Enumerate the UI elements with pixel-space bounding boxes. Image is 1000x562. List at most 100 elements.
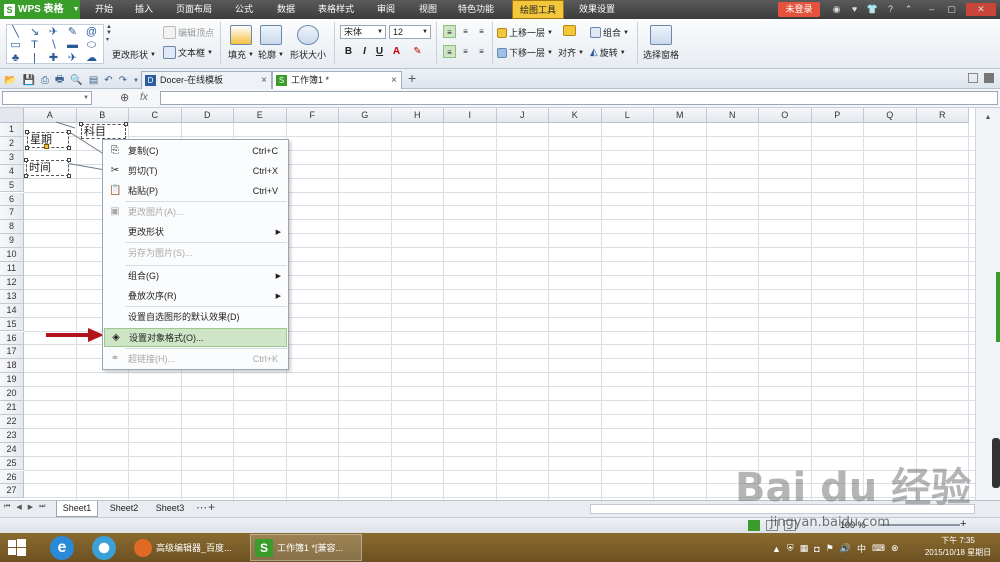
row-header[interactable]: 15 (0, 317, 24, 332)
resize-handle[interactable] (67, 158, 71, 162)
change-shape-button[interactable]: 更改形状 ▼ (112, 48, 156, 61)
taskbar-editor-app[interactable]: 高级编辑器_百度... (130, 534, 245, 561)
close-icon[interactable]: × (391, 72, 397, 89)
text-shape-icon[interactable]: T (28, 39, 41, 52)
oval-shape-icon[interactable]: ⬭ (85, 39, 98, 52)
cloud-shape-icon[interactable]: ☁ (85, 52, 98, 65)
dash-shape-icon[interactable]: | (28, 52, 41, 65)
plane2-shape-icon[interactable]: ✈ (66, 52, 79, 65)
edit-vertex-button[interactable]: 编辑顶点 (163, 26, 214, 39)
at-shape-icon[interactable]: @ (85, 26, 98, 39)
keyboard-icon[interactable]: ⌨ (872, 543, 885, 554)
plus-shape-icon[interactable]: ✚ (47, 52, 60, 65)
taskbar-clock[interactable]: 下午 7:35 2015/10/18 星期日 (918, 535, 998, 559)
row-header[interactable]: 8 (0, 220, 24, 235)
tab-table-style[interactable]: 表格样式 (312, 0, 360, 19)
network-icon[interactable]: ▦ (800, 543, 809, 554)
column-header[interactable]: Q (864, 108, 917, 123)
window-tile-icon[interactable] (968, 73, 978, 83)
drop-shape-icon[interactable]: ♣ (9, 52, 22, 65)
adjust-handle[interactable] (44, 144, 49, 149)
zoom-in-icon[interactable]: + (960, 518, 966, 530)
column-header[interactable]: K (549, 108, 602, 123)
line-shape-icon[interactable]: ╲ (9, 26, 22, 39)
ime-icon[interactable]: 中 (857, 542, 866, 555)
plane-shape-icon[interactable]: ✈ (47, 26, 60, 39)
tab-view[interactable]: 视图 (412, 0, 444, 19)
resize-handle[interactable] (67, 146, 71, 150)
row-header[interactable]: 25 (0, 456, 24, 471)
resize-handle[interactable] (25, 130, 29, 134)
group-button[interactable]: 组合 ▼ (590, 26, 629, 39)
resize-handle[interactable] (25, 146, 29, 150)
rotate-button[interactable]: ◭ 旋转 ▼ (590, 46, 626, 59)
highlight-color-button[interactable]: ✎ (411, 45, 424, 58)
context-menu-item[interactable]: 更改形状 ▶ (104, 223, 287, 242)
new-tab-button[interactable]: + (408, 70, 416, 86)
redo-icon[interactable]: ↷ (119, 75, 127, 86)
minimize-icon[interactable]: – (925, 3, 938, 16)
scroll-thumb[interactable] (992, 438, 1000, 488)
send-backward-button[interactable]: 下移一层 ▼ (497, 46, 553, 59)
column-header[interactable]: I (444, 108, 497, 123)
help-icon[interactable]: ? (884, 3, 897, 16)
resize-handle[interactable] (24, 174, 28, 178)
window-close-icon[interactable] (984, 73, 994, 83)
last-sheet-icon[interactable]: ⏭ (39, 503, 45, 511)
tab-docer[interactable]: D Docer-在线模板 × (141, 71, 272, 89)
context-menu-item[interactable]: ✂ 剪切(T) Ctrl+X (104, 162, 287, 181)
vertical-scrollbar[interactable]: ▲ (975, 108, 1000, 500)
row-header[interactable]: 11 (0, 262, 24, 276)
more-sheets-icon[interactable]: ⋯ (196, 501, 207, 514)
textbox-button[interactable]: 文本框 ▼ (163, 46, 213, 59)
prev-sheet-icon[interactable]: ◀ (16, 503, 21, 511)
sheet-tab-2[interactable]: Sheet2 (104, 501, 144, 517)
tab-review[interactable]: 审阅 (370, 0, 402, 19)
row-header[interactable]: 19 (0, 373, 24, 388)
align-bottom-button[interactable]: ≡ (475, 25, 488, 38)
italic-button[interactable]: I (358, 45, 371, 58)
name-box[interactable]: ▼ (2, 91, 92, 105)
customize-icon[interactable]: ▼ (133, 78, 139, 84)
speaker-icon[interactable]: 🔊 (840, 543, 851, 554)
tab-effects[interactable]: 效果设置 (570, 0, 624, 19)
row-header[interactable]: 24 (0, 442, 24, 457)
print-icon[interactable]: 🖶 (55, 72, 64, 89)
tab-workbook[interactable]: S 工作簿1 * × (272, 71, 402, 89)
fill-button[interactable]: 填充 ▼ (228, 25, 254, 61)
align-center-button[interactable]: ≡ (459, 45, 472, 58)
align-right-button[interactable]: ≡ (475, 45, 488, 58)
scroll-up-icon[interactable]: ▲ (982, 114, 994, 122)
column-header[interactable]: J (496, 108, 549, 123)
row-header[interactable]: 10 (0, 248, 24, 262)
shape-gallery[interactable]: ╲ ↘ ✈ ✎ @ ▭ T ∖ ▬ ⬭ ♣ | ✚ ✈ ☁ (6, 24, 104, 64)
outline-button[interactable]: 轮廓 ▼ (258, 25, 284, 61)
resize-handle[interactable] (67, 130, 71, 134)
tab-insert[interactable]: 插入 (128, 0, 160, 19)
resize-handle[interactable] (124, 122, 128, 126)
tab-special[interactable]: 特色功能 (452, 0, 500, 19)
feedback-icon[interactable]: ♥ (848, 3, 861, 16)
context-menu-item[interactable]: ⎘ 复制(C) Ctrl+C (104, 142, 287, 161)
export-icon[interactable]: ⎙ (41, 75, 49, 86)
column-header[interactable]: P (811, 108, 864, 123)
fx-icon[interactable]: fx (140, 92, 148, 103)
save-icon[interactable]: 💾 (22, 75, 34, 86)
browser-icon[interactable] (92, 536, 116, 560)
align-top-button[interactable]: ≡ (443, 25, 456, 38)
column-header[interactable]: M (654, 108, 707, 123)
font-size-select[interactable]: 12 ▼ (389, 25, 431, 39)
row-header[interactable]: 27 (0, 484, 24, 499)
tab-start[interactable]: 开始 (88, 0, 120, 19)
skin-icon[interactable]: ◉ (830, 3, 843, 16)
shape-size-button[interactable]: 形状大小 (290, 25, 326, 61)
close-icon[interactable]: × (261, 72, 267, 89)
flag-icon[interactable]: ⚑ (826, 543, 834, 554)
font-color-button[interactable]: A (390, 45, 403, 58)
rect-shape-icon[interactable]: ▭ (9, 39, 22, 52)
column-header[interactable]: R (916, 108, 969, 123)
row-header[interactable]: 26 (0, 470, 24, 485)
tab-page-layout[interactable]: 页面布局 (170, 0, 218, 19)
row-header[interactable]: 13 (0, 289, 24, 304)
tab-formula[interactable]: 公式 (228, 0, 260, 19)
